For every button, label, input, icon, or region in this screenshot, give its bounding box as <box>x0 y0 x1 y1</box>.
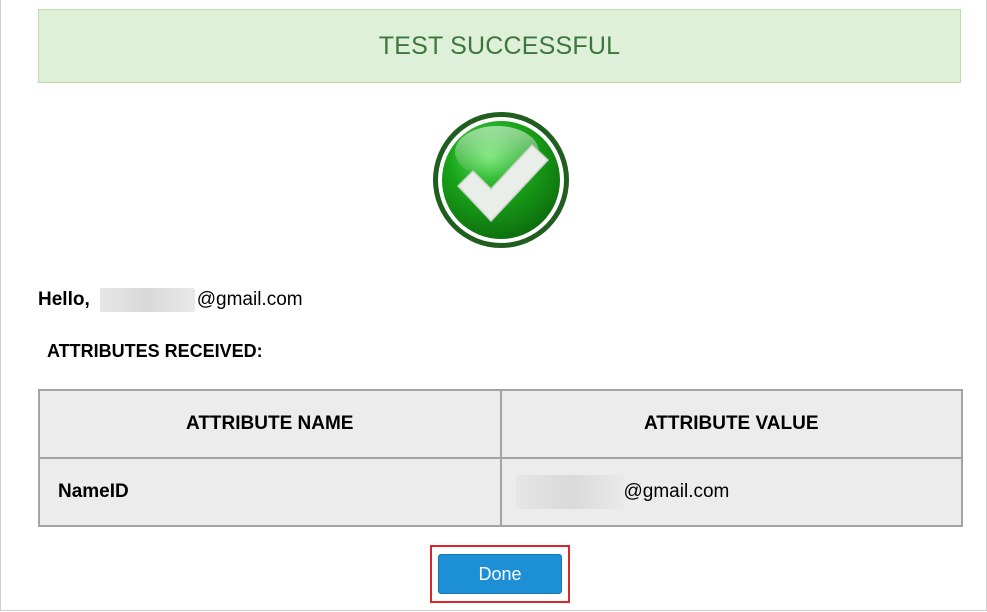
attributes-heading: ATTRIBUTES RECEIVED: <box>47 341 263 361</box>
attributes-table: ATTRIBUTE NAME ATTRIBUTE VALUE NameID @g… <box>38 389 963 527</box>
table-header-row: ATTRIBUTE NAME ATTRIBUTE VALUE <box>38 389 963 459</box>
table-row: NameID @gmail.com <box>38 457 963 527</box>
test-result-panel: TEST SUCCESSFUL Hello, @gmail.com ATTRIB… <box>0 0 987 611</box>
attribute-value-cell: @gmail.com <box>499 457 963 527</box>
done-button-highlight: Done <box>430 545 570 603</box>
column-header-value: ATTRIBUTE VALUE <box>499 389 963 459</box>
greeting-line: Hello, @gmail.com <box>38 288 303 312</box>
redacted-attribute-value <box>515 475 624 509</box>
done-button[interactable]: Done <box>438 554 562 594</box>
attribute-value-suffix: @gmail.com <box>623 481 730 502</box>
attribute-name-cell: NameID <box>38 457 502 527</box>
checkmark-success-icon <box>433 112 569 248</box>
column-header-name: ATTRIBUTE NAME <box>38 389 502 459</box>
greeting-email-suffix: @gmail.com <box>196 289 303 310</box>
greeting-prefix: Hello, <box>38 289 90 310</box>
banner-title: TEST SUCCESSFUL <box>378 31 621 60</box>
success-banner: TEST SUCCESSFUL <box>38 9 961 83</box>
redacted-username <box>99 288 195 312</box>
